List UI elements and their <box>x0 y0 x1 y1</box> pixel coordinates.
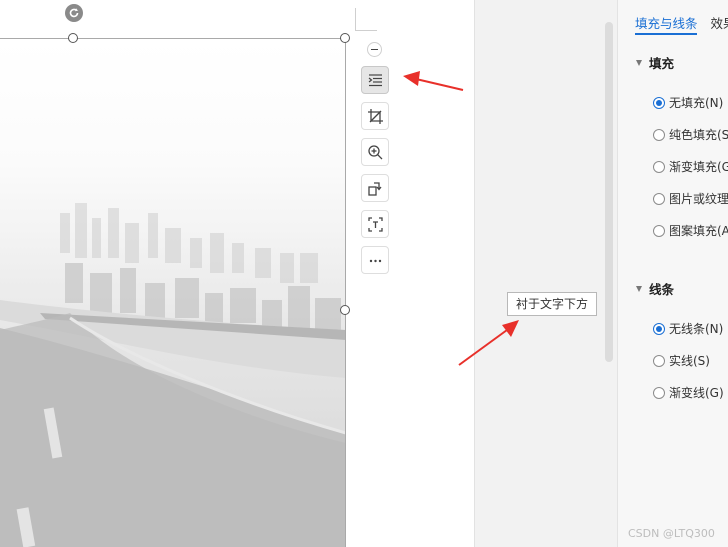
fill-option-label: 纯色填充(S) <box>669 128 728 142</box>
radio-button[interactable] <box>653 387 665 399</box>
radio-button[interactable] <box>653 225 665 237</box>
line-section-header[interactable]: 线条 <box>636 279 674 298</box>
crop-button[interactable] <box>361 102 389 130</box>
document-margin-area <box>474 0 618 547</box>
extract-text-icon <box>368 217 383 232</box>
zoom-in-icon <box>368 145 383 160</box>
wrap-text-tooltip: 衬于文字下方 <box>507 292 597 316</box>
panel-tabs: 填充与线条效果 <box>635 13 728 32</box>
watermark: CSDN @LTQ300 <box>628 527 715 540</box>
line-option-label: 实线(S) <box>669 354 710 368</box>
radio-button[interactable] <box>653 323 665 335</box>
selection-border-top <box>0 38 346 39</box>
line-option-none[interactable]: 无线条(N) <box>653 320 723 337</box>
radio-button[interactable] <box>653 97 665 109</box>
extract-text-button[interactable] <box>361 210 389 238</box>
vertical-scrollbar[interactable] <box>605 22 613 362</box>
wrap-text-icon <box>368 74 382 87</box>
selected-image[interactable] <box>0 38 346 547</box>
collapse-triangle-icon <box>636 286 642 292</box>
fill-option-picture[interactable]: 图片或纹理填充(P) <box>653 190 728 207</box>
radio-button[interactable] <box>653 161 665 173</box>
fill-option-label: 无填充(N) <box>669 96 724 110</box>
rotate-handle-icon[interactable] <box>65 4 83 22</box>
selection-border-right <box>345 38 346 547</box>
tab-effects[interactable]: 效果 <box>711 13 728 32</box>
fill-option-none[interactable]: 无填充(N) <box>653 94 723 111</box>
fill-section-title: 填充 <box>649 56 675 71</box>
line-option-gradient[interactable]: 渐变线(G) <box>653 384 724 401</box>
zoom-in-button[interactable] <box>361 138 389 166</box>
tab-fill-and-line[interactable]: 填充与线条 <box>635 13 698 32</box>
fill-option-solid[interactable]: 纯色填充(S) <box>653 126 728 143</box>
property-panel: 填充与线条效果 填充 无填充(N) 纯色填充(S) 渐变填充(G) 图片或纹理填… <box>617 0 728 547</box>
line-option-label: 无线条(N) <box>669 322 724 336</box>
wrap-text-button[interactable] <box>361 66 389 94</box>
collapse-triangle-icon <box>636 60 642 66</box>
resize-handle-top-right[interactable] <box>340 33 350 43</box>
page-corner-mark <box>355 30 377 31</box>
more-options-button[interactable] <box>361 246 389 274</box>
collapse-toolbar-button[interactable] <box>367 42 382 57</box>
line-option-solid[interactable]: 实线(S) <box>653 352 710 369</box>
line-option-label: 渐变线(G) <box>669 386 724 400</box>
fill-option-gradient[interactable]: 渐变填充(G) <box>653 158 728 175</box>
page-corner-mark <box>355 8 356 30</box>
crop-icon <box>368 109 383 124</box>
active-tab-indicator <box>635 33 697 35</box>
radio-button[interactable] <box>653 129 665 141</box>
resize-handle-right[interactable] <box>340 305 350 315</box>
fill-option-label: 渐变填充(G) <box>669 160 728 174</box>
more-icon <box>369 259 382 263</box>
radio-button[interactable] <box>653 193 665 205</box>
fill-section-header[interactable]: 填充 <box>636 53 674 72</box>
line-section-title: 线条 <box>649 282 675 297</box>
radio-button[interactable] <box>653 355 665 367</box>
city-road-photo <box>0 203 346 547</box>
resize-handle-top[interactable] <box>68 33 78 43</box>
fill-option-label: 图案填充(A) <box>669 224 728 238</box>
fill-option-pattern[interactable]: 图案填充(A) <box>653 222 728 239</box>
rotate-image-icon <box>368 182 382 196</box>
rotate-image-button[interactable] <box>361 174 389 202</box>
fill-option-label: 图片或纹理填充(P) <box>669 192 728 206</box>
